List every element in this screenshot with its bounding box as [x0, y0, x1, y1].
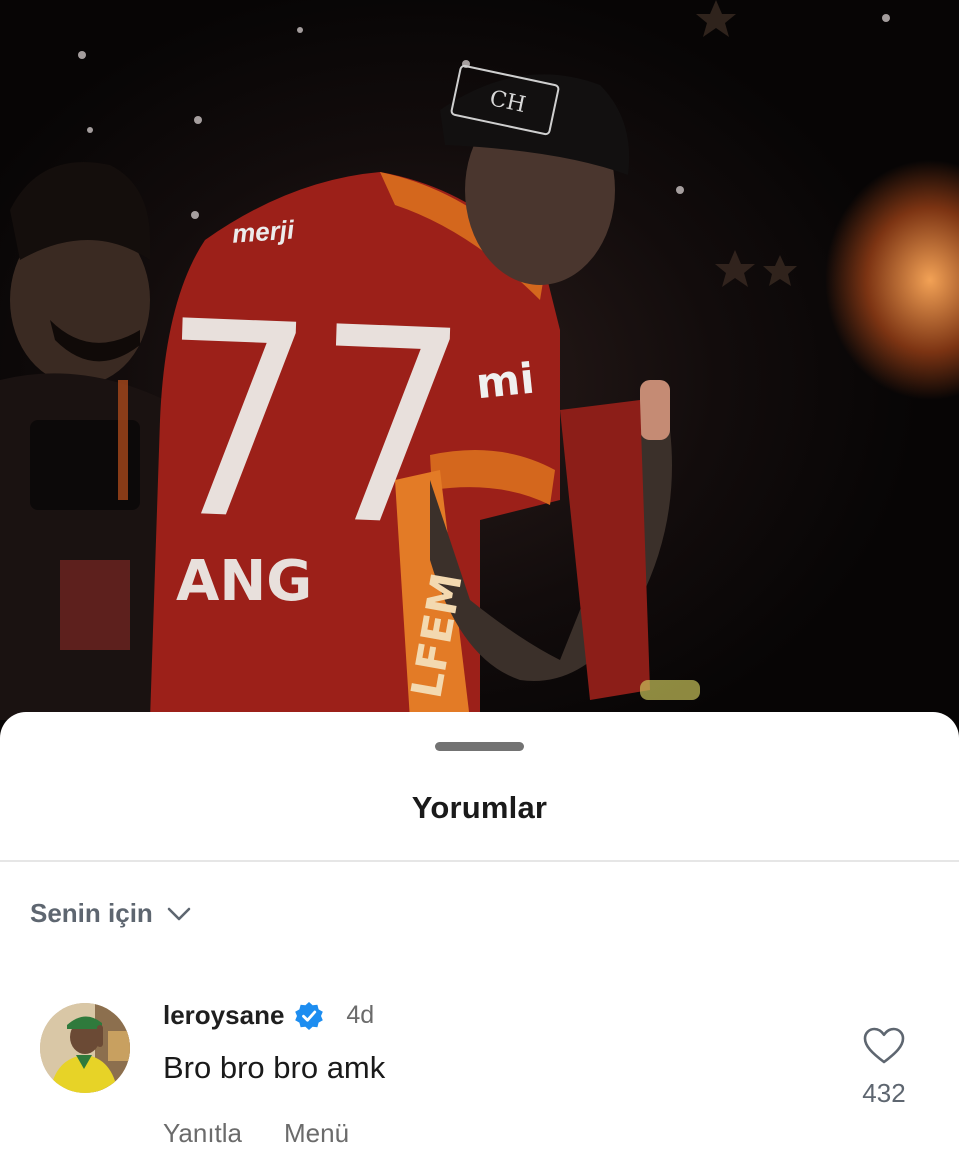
avatar-image: [40, 1003, 130, 1093]
comment-header: leroysane 4d: [163, 1000, 374, 1031]
jersey-name: ANG: [176, 549, 312, 614]
sleeve-sponsor: mi: [474, 354, 537, 409]
post-photo: CH merji 77 ANG mi LFEM: [0, 0, 959, 760]
jersey-figure: CH merji 77 ANG mi LFEM: [150, 64, 672, 720]
photographer-figure: [0, 162, 170, 720]
chevron-down-icon: [167, 907, 191, 920]
jersey-sponsor: merji: [231, 214, 296, 248]
comments-sheet: Yorumlar Senin için leroysane 4d Bro bro…: [0, 712, 959, 1153]
avatar[interactable]: [40, 1003, 130, 1093]
like-count: 432: [862, 1078, 906, 1108]
comment-actions: Yanıtla Menü: [163, 1118, 391, 1149]
username[interactable]: leroysane: [163, 1000, 284, 1031]
jersey-number: 77: [155, 264, 473, 587]
reply-button[interactable]: Yanıtla: [163, 1118, 242, 1149]
concert-scene: CH merji 77 ANG mi LFEM: [0, 0, 890, 720]
comment-filter-dropdown[interactable]: Senin için: [30, 898, 191, 929]
heart-outline-icon[interactable]: [862, 1026, 906, 1066]
sheet-title: Yorumlar: [411, 790, 548, 825]
filter-label: Senin için: [30, 898, 153, 928]
verified-badge-icon: [295, 1001, 324, 1030]
comment-text: Bro bro bro amk: [163, 1050, 386, 1085]
sheet-drag-handle[interactable]: [435, 742, 524, 751]
menu-button[interactable]: Menü: [284, 1118, 349, 1149]
comment-timestamp: 4d: [346, 1001, 375, 1029]
comment-item: leroysane 4d Bro bro bro amk Yanıtla Men…: [0, 1000, 959, 1150]
header-divider: [0, 860, 959, 862]
